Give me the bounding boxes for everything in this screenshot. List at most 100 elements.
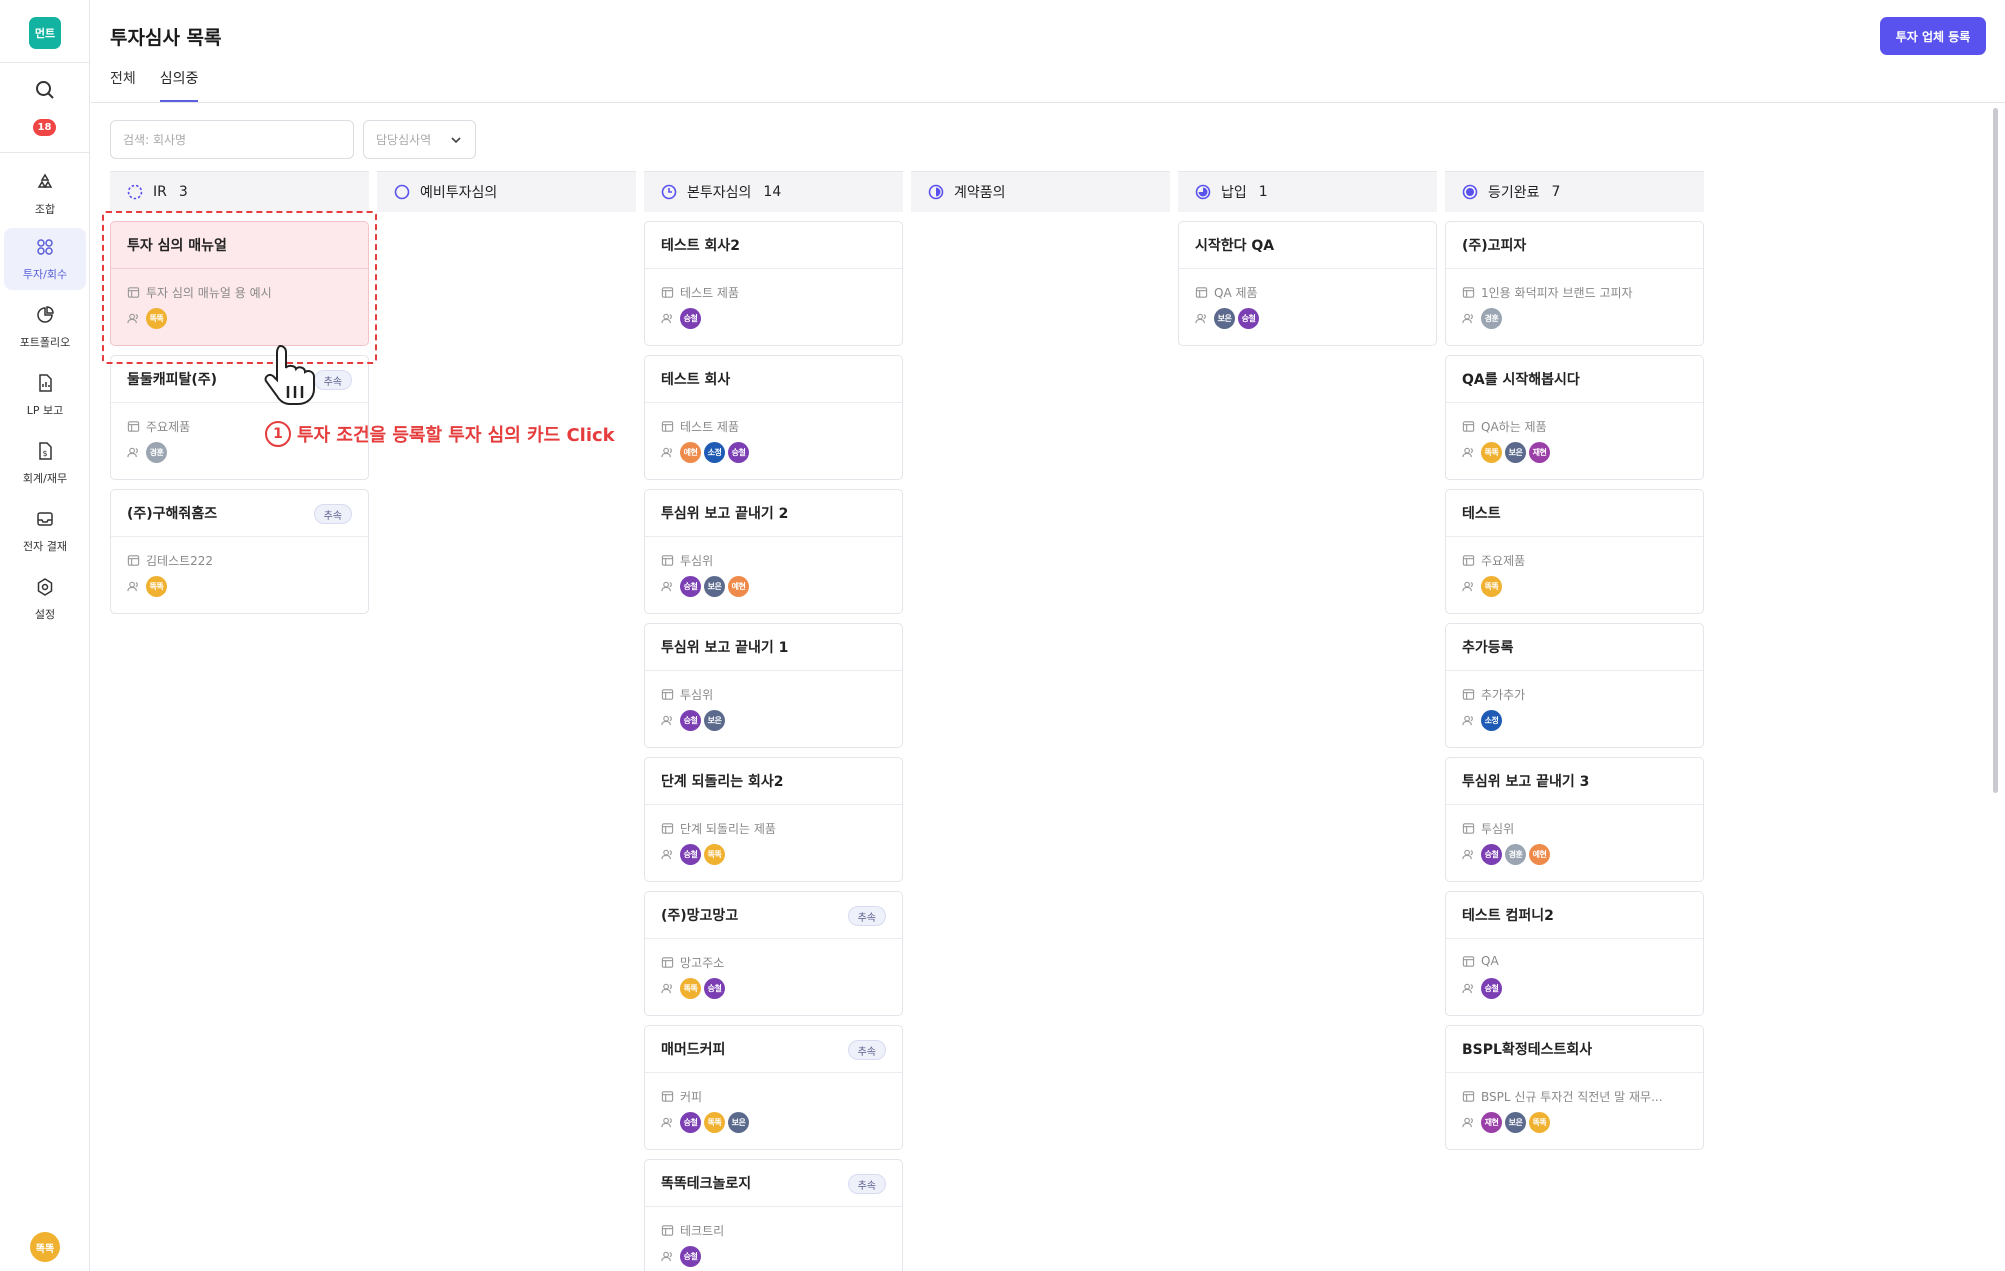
search-icon[interactable] bbox=[33, 78, 57, 102]
deal-card[interactable]: 단계 되돌리는 회사2 단계 되돌리는 제품 승철 똑똑 bbox=[644, 757, 903, 882]
deal-card[interactable]: 시작한다 QA QA 제품 보은 승철 bbox=[1178, 221, 1437, 346]
assignee-avatar[interactable]: 똑똑 bbox=[704, 1112, 725, 1133]
deal-card[interactable]: 추가등록 추가추가 소정 bbox=[1445, 623, 1704, 748]
deal-card[interactable]: 매머드커피 추속 커피 승철 똑똑 보은 bbox=[644, 1025, 903, 1150]
assignee-avatar[interactable]: 예현 bbox=[728, 576, 749, 597]
product-name: 주요제품 bbox=[146, 420, 191, 434]
assignee-avatar[interactable]: 예현 bbox=[680, 442, 701, 463]
deal-card[interactable]: 테스트 주요제품 똑똑 bbox=[1445, 489, 1704, 614]
product-name: 테스트 제품 bbox=[680, 286, 740, 300]
assignee-avatar[interactable]: 똑똑 bbox=[704, 844, 725, 865]
product-icon bbox=[661, 1091, 674, 1102]
column-header: 본투자심의 14 bbox=[644, 171, 903, 212]
notification-badge[interactable]: 18 bbox=[33, 119, 56, 136]
sidebar-item[interactable]: LP 보고 bbox=[4, 364, 86, 426]
deal-card[interactable]: 투심위 보고 끝내기 2 투심위 승철 보은 예현 bbox=[644, 489, 903, 614]
column-name: 납입 bbox=[1221, 185, 1247, 201]
people-icon bbox=[661, 849, 672, 860]
register-company-button[interactable]: 투자 업체 등록 bbox=[1880, 17, 1986, 55]
column-count: 1 bbox=[1258, 184, 1268, 200]
deal-card[interactable]: 테스트 컴퍼니2 QA 승철 bbox=[1445, 891, 1704, 1016]
assignee-avatar[interactable]: 보은 bbox=[1214, 308, 1235, 329]
inbox-icon bbox=[35, 509, 55, 533]
app-logo[interactable]: 먼트 bbox=[29, 17, 61, 49]
assignee-avatar[interactable]: 승철 bbox=[680, 576, 701, 597]
deal-card[interactable]: QA를 시작해봅시다 QA하는 제품 똑똑 보은 재현 bbox=[1445, 355, 1704, 480]
card-people: 승철 보은 예현 bbox=[661, 576, 749, 597]
assignee-avatar[interactable]: 예현 bbox=[1529, 844, 1550, 865]
card-product: 단계 되돌리는 제품 bbox=[661, 820, 776, 837]
deal-card[interactable]: (주)고피자 1인용 화덕피자 브랜드 고피자 경훈 bbox=[1445, 221, 1704, 346]
deal-card[interactable]: 투심위 보고 끝내기 3 투심위 승철 경훈 예현 bbox=[1445, 757, 1704, 882]
assignee-avatar[interactable]: 승철 bbox=[680, 308, 701, 329]
assignee-avatar[interactable]: 승철 bbox=[680, 1246, 701, 1267]
card-product: 투심위 bbox=[1462, 820, 1514, 837]
product-name: 투심위 bbox=[680, 554, 714, 568]
sidebar-item[interactable]: 전자 결재 bbox=[4, 500, 86, 562]
assignee-avatar[interactable]: 승철 bbox=[728, 442, 749, 463]
assignee-avatar[interactable]: 재현 bbox=[1481, 1112, 1502, 1133]
deal-card[interactable]: 테스트 회사2 테스트 제품 승철 bbox=[644, 221, 903, 346]
assignee-avatar[interactable]: 보은 bbox=[1505, 1112, 1526, 1133]
assignee-avatar[interactable]: 승철 bbox=[1481, 844, 1502, 865]
half-circle-icon bbox=[928, 184, 944, 200]
recycle-icon bbox=[35, 172, 55, 196]
card-divider bbox=[1446, 804, 1703, 805]
assignee-avatar[interactable]: 경훈 bbox=[146, 442, 167, 463]
card-divider bbox=[645, 1206, 902, 1207]
assignee-avatar[interactable]: 보은 bbox=[1505, 442, 1526, 463]
card-divider bbox=[1446, 268, 1703, 269]
assignee-select[interactable]: 담당심사역 bbox=[363, 120, 476, 159]
search-input[interactable] bbox=[110, 120, 354, 159]
assignee-avatar[interactable]: 승철 bbox=[680, 1112, 701, 1133]
status-badge: 추속 bbox=[847, 906, 886, 926]
column-header: 등기완료 7 bbox=[1445, 171, 1704, 212]
card-product: 투자 심의 매뉴얼 용 예시 bbox=[127, 284, 272, 301]
assignee-avatar[interactable]: 보은 bbox=[704, 576, 725, 597]
assignee-avatar[interactable]: 똑똑 bbox=[680, 978, 701, 999]
assignee-avatar[interactable]: 승철 bbox=[680, 844, 701, 865]
people-icon bbox=[1462, 581, 1473, 592]
deal-card[interactable]: 투자 심의 매뉴얼 투자 심의 매뉴얼 용 예시 똑똑 bbox=[110, 221, 369, 346]
assignee-avatar[interactable]: 똑똑 bbox=[1529, 1112, 1550, 1133]
sidebar-item[interactable]: 조합 bbox=[4, 163, 86, 225]
sidebar-item[interactable]: 설정 bbox=[4, 568, 86, 630]
product-icon bbox=[127, 287, 140, 298]
card-product: 투심위 bbox=[661, 686, 713, 703]
deal-card[interactable]: 테스트 회사 테스트 제품 예현 소정 승철 bbox=[644, 355, 903, 480]
assignee-avatar[interactable]: 보은 bbox=[704, 710, 725, 731]
assignee-avatar[interactable]: 경훈 bbox=[1505, 844, 1526, 865]
card-people: 똑똑 보은 재현 bbox=[1462, 442, 1550, 463]
tab-all[interactable]: 전체 bbox=[110, 68, 136, 102]
sidebar-item[interactable]: 포트폴리오 bbox=[4, 296, 86, 358]
assignee-avatar[interactable]: 재현 bbox=[1529, 442, 1550, 463]
deal-card[interactable]: (주)구해줘홈즈 추속 김테스트222 똑똑 bbox=[110, 489, 369, 614]
card-divider bbox=[645, 268, 902, 269]
card-product: 1인용 화덕피자 브랜드 고피자 bbox=[1462, 284, 1633, 301]
deal-card[interactable]: 투심위 보고 끝내기 1 투심위 승철 보은 bbox=[644, 623, 903, 748]
deal-card[interactable]: 똑똑테크놀로지 추속 테크트리 승철 bbox=[644, 1159, 903, 1271]
accounting-icon: $ bbox=[35, 441, 55, 465]
assignee-avatar[interactable]: 승철 bbox=[1481, 978, 1502, 999]
assignee-avatar[interactable]: 승철 bbox=[680, 710, 701, 731]
assignee-avatar[interactable]: 똑똑 bbox=[146, 308, 167, 329]
sidebar-item[interactable]: 투자/회수 bbox=[4, 228, 86, 290]
assignee-avatar[interactable]: 똑똑 bbox=[1481, 442, 1502, 463]
deal-card[interactable]: (주)망고망고 추속 망고주소 똑똑 승철 bbox=[644, 891, 903, 1016]
assignee-avatar[interactable]: 보은 bbox=[728, 1112, 749, 1133]
product-name: 테크트리 bbox=[680, 1224, 725, 1238]
assignee-avatar[interactable]: 승철 bbox=[1238, 308, 1259, 329]
scrollbar[interactable] bbox=[1993, 108, 1998, 793]
user-avatar[interactable]: 똑똑 bbox=[30, 1232, 60, 1262]
assignee-avatar[interactable]: 똑똑 bbox=[146, 576, 167, 597]
deal-card[interactable]: 둘둘캐피탈(주) 추속 주요제품 경훈 bbox=[110, 355, 369, 480]
assignee-avatar[interactable]: 소정 bbox=[704, 442, 725, 463]
assignee-avatar[interactable]: 소정 bbox=[1481, 710, 1502, 731]
deal-card[interactable]: BSPL확정테스트회사 BSPL 신규 투자건 직전년 말 재무... 재현 보은 똑똑 bbox=[1445, 1025, 1704, 1150]
sidebar-item[interactable]: $ 회계/재무 bbox=[4, 432, 86, 494]
assignee-avatar[interactable]: 경훈 bbox=[1481, 308, 1502, 329]
assignee-avatar[interactable]: 승철 bbox=[704, 978, 725, 999]
tab-in-review[interactable]: 심의중 bbox=[159, 68, 199, 102]
card-product: 주요제품 bbox=[127, 418, 190, 435]
assignee-avatar[interactable]: 똑똑 bbox=[1481, 576, 1502, 597]
